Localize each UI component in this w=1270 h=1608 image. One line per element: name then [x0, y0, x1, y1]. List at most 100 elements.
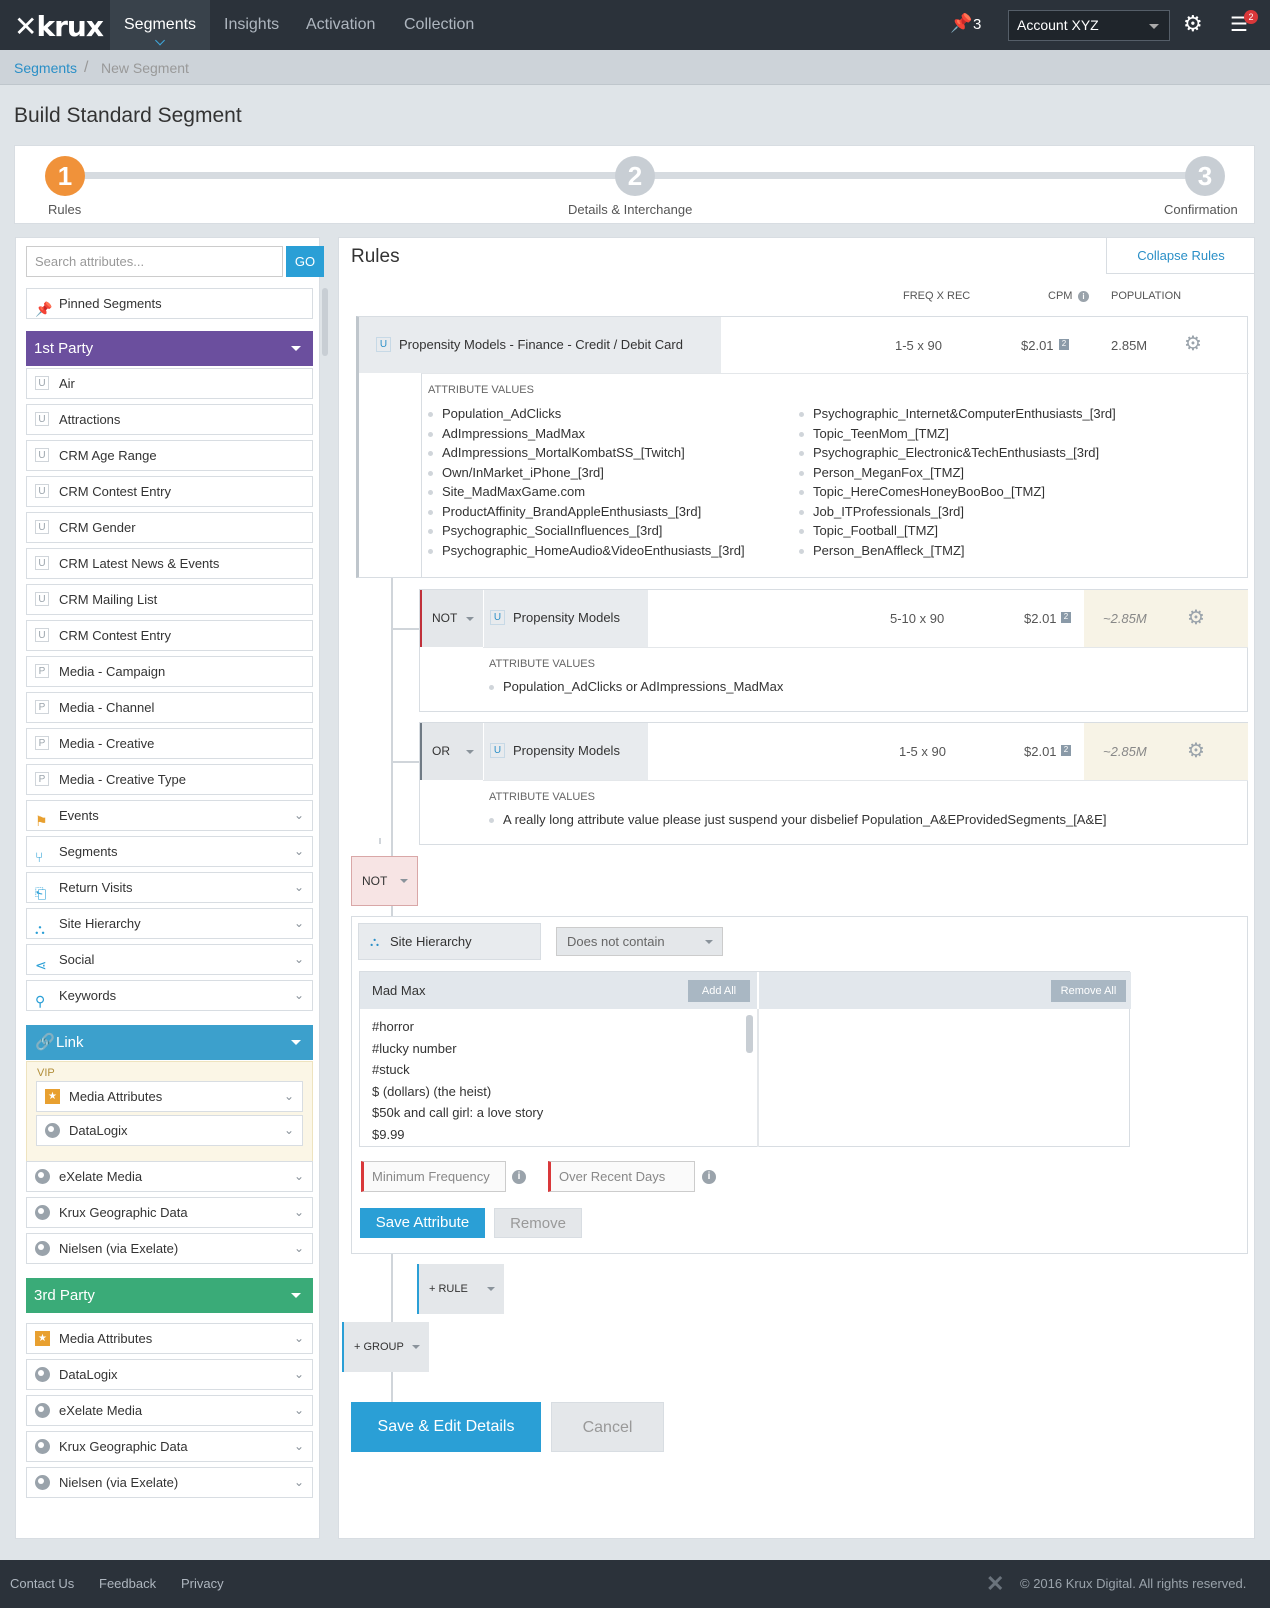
picker-option[interactable]: #horror: [372, 1016, 742, 1038]
save-attribute-button[interactable]: Save Attribute: [360, 1208, 485, 1238]
min-frequency-info-icon[interactable]: i: [512, 1170, 526, 1184]
rule-3-gear-icon[interactable]: ⚙: [1187, 738, 1205, 763]
third-party-item[interactable]: ★ Media Attributes ⌄: [26, 1323, 313, 1354]
third-party-item[interactable]: DataLogix ⌄: [26, 1359, 313, 1390]
collapse-rules-link[interactable]: Collapse Rules: [1106, 238, 1255, 274]
search-go-button[interactable]: GO: [286, 246, 324, 277]
settings-gear-icon[interactable]: ⚙: [1183, 11, 1203, 37]
footer-contact-link[interactable]: Contact Us: [10, 1576, 74, 1591]
rule-1-gear-icon[interactable]: ⚙: [1184, 331, 1202, 356]
third-party-item[interactable]: Krux Geographic Data ⌄: [26, 1431, 313, 1462]
third-party-item[interactable]: Nielsen (via Exelate) ⌄: [26, 1467, 313, 1498]
first-party-item[interactable]: U CRM Mailing List: [26, 584, 313, 615]
search-attributes-input[interactable]: Search attributes...: [26, 246, 283, 277]
col-cpm-header: CPM: [1048, 290, 1073, 302]
link-item[interactable]: Krux Geographic Data ⌄: [26, 1197, 313, 1228]
first-party-item[interactable]: P Media - Creative Type: [26, 764, 313, 795]
vip-item[interactable]: DataLogix ⌄: [36, 1115, 303, 1146]
first-party-item-label: CRM Gender: [59, 520, 136, 535]
rule-2-name[interactable]: Propensity Models: [513, 610, 620, 625]
first-party-item[interactable]: U CRM Latest News & Events: [26, 548, 313, 579]
footer-privacy-link[interactable]: Privacy: [181, 1576, 224, 1591]
cpm-info-icon[interactable]: i: [1078, 291, 1089, 302]
first-party-item[interactable]: P Media - Creative: [26, 728, 313, 759]
nav-tab-collection[interactable]: Collection: [390, 0, 488, 50]
link-icon: 🔗: [35, 1034, 55, 1051]
picker-scrollbar[interactable]: [746, 1015, 753, 1053]
group-operator-select[interactable]: NOT: [351, 856, 418, 906]
pin-icon[interactable]: 📌: [950, 13, 972, 34]
nav-tab-activation[interactable]: Activation: [292, 0, 389, 50]
chevron-down-icon: ⌄: [293, 952, 304, 966]
third-party-item[interactable]: eXelate Media ⌄: [26, 1395, 313, 1426]
picker-option[interactable]: #lucky number: [372, 1038, 742, 1060]
cpm-doc-icon[interactable]: 2: [1059, 339, 1069, 350]
link-header[interactable]: 🔗 Link: [26, 1025, 313, 1060]
rule-3-operator-select[interactable]: OR: [420, 723, 483, 780]
first-party-item-label: Media - Channel: [59, 700, 155, 715]
first-party-group[interactable]: ⋖ Social ⌄: [26, 944, 313, 975]
first-party-group-label: Return Visits: [59, 880, 133, 895]
first-party-item[interactable]: U CRM Contest Entry: [26, 476, 313, 507]
over-recent-days-input[interactable]: Over Recent Days: [548, 1161, 695, 1192]
rule-1-values-left: Population_AdClicks AdImpressions_MadMax A…: [428, 404, 788, 560]
breadcrumb: Segments / New Segment: [0, 50, 1270, 85]
picker-option[interactable]: $ (dollars) (the heist): [372, 1081, 742, 1103]
globe-icon: [45, 1123, 60, 1138]
condition-select[interactable]: Does not contain: [556, 927, 723, 956]
over-recent-days-info-icon[interactable]: i: [702, 1170, 716, 1184]
rule-1-name[interactable]: Propensity Models - Finance - Credit / D…: [399, 337, 683, 352]
add-all-button[interactable]: Add All: [688, 980, 750, 1002]
first-party-group[interactable]: ⑂ Segments ⌄: [26, 836, 313, 867]
first-party-item[interactable]: U Air: [26, 368, 313, 399]
remove-all-button[interactable]: Remove All: [1051, 980, 1126, 1002]
footer-feedback-link[interactable]: Feedback: [99, 1576, 156, 1591]
first-party-header[interactable]: 1st Party: [26, 331, 313, 366]
first-party-item[interactable]: P Media - Campaign: [26, 656, 313, 687]
chevron-down-icon: ⌄: [293, 1367, 304, 1381]
pinned-segments-item[interactable]: 📌 Pinned Segments: [26, 288, 313, 319]
nav-tab-insights[interactable]: Insights: [210, 0, 293, 50]
first-party-item[interactable]: U CRM Age Range: [26, 440, 313, 471]
step-3-circle: 3: [1185, 156, 1225, 196]
rule-2: NOT U Propensity Models 5-10 x 90 $2.01 …: [419, 589, 1248, 712]
first-party-item[interactable]: P Media - Channel: [26, 692, 313, 723]
user-tag-icon: U: [35, 592, 49, 606]
rule-2-gear-icon[interactable]: ⚙: [1187, 605, 1205, 630]
rule-2-population: ~2.85M: [1103, 611, 1147, 626]
first-party-item[interactable]: U CRM Gender: [26, 512, 313, 543]
sidebar-scrollbar[interactable]: [322, 288, 328, 356]
add-rule-button[interactable]: + RULE: [417, 1264, 504, 1314]
breadcrumb-segments-link[interactable]: Segments: [14, 60, 77, 76]
first-party-group[interactable]: ⎗ Return Visits ⌄: [26, 872, 313, 903]
first-party-group-label: Site Hierarchy: [59, 916, 141, 931]
first-party-group[interactable]: ⛬ Site Hierarchy ⌄: [26, 908, 313, 939]
picker-option[interactable]: $50k and call girl: a love story: [372, 1102, 742, 1124]
rule-3-name[interactable]: Propensity Models: [513, 743, 620, 758]
account-select[interactable]: Account XYZ: [1008, 10, 1170, 41]
attribute-value: Population_AdClicks: [428, 404, 788, 424]
breadcrumb-separator: /: [84, 59, 89, 76]
remove-attribute-button[interactable]: Remove: [494, 1208, 582, 1238]
vip-item[interactable]: ★ Media Attributes ⌄: [36, 1081, 303, 1112]
first-party-item[interactable]: U Attractions: [26, 404, 313, 435]
third-party-header[interactable]: 3rd Party: [26, 1278, 313, 1313]
first-party-item-label: Attractions: [59, 412, 121, 427]
link-item[interactable]: Nielsen (via Exelate) ⌄: [26, 1233, 313, 1264]
rule-2-operator-select[interactable]: NOT: [420, 590, 483, 647]
save-edit-details-button[interactable]: Save & Edit Details: [351, 1402, 541, 1452]
picker-option[interactable]: $9.99: [372, 1124, 742, 1146]
krux-logo[interactable]: ✕krux: [14, 10, 104, 43]
picker-option[interactable]: #stuck: [372, 1059, 742, 1081]
cpm-doc-icon[interactable]: 2: [1061, 612, 1071, 623]
first-party-group[interactable]: ⚑ Events ⌄: [26, 800, 313, 831]
cpm-doc-icon[interactable]: 2: [1061, 745, 1071, 756]
first-party-item[interactable]: U CRM Contest Entry: [26, 620, 313, 651]
chevron-down-icon: ⌄: [293, 1403, 304, 1417]
min-frequency-input[interactable]: Minimum Frequency: [361, 1161, 506, 1192]
first-party-group[interactable]: ⚲ Keywords ⌄: [26, 980, 313, 1011]
cancel-button[interactable]: Cancel: [551, 1402, 664, 1452]
nav-tab-segments[interactable]: Segments: [110, 0, 211, 50]
add-group-button[interactable]: + GROUP: [342, 1322, 429, 1372]
link-item[interactable]: eXelate Media ⌄: [26, 1161, 313, 1192]
